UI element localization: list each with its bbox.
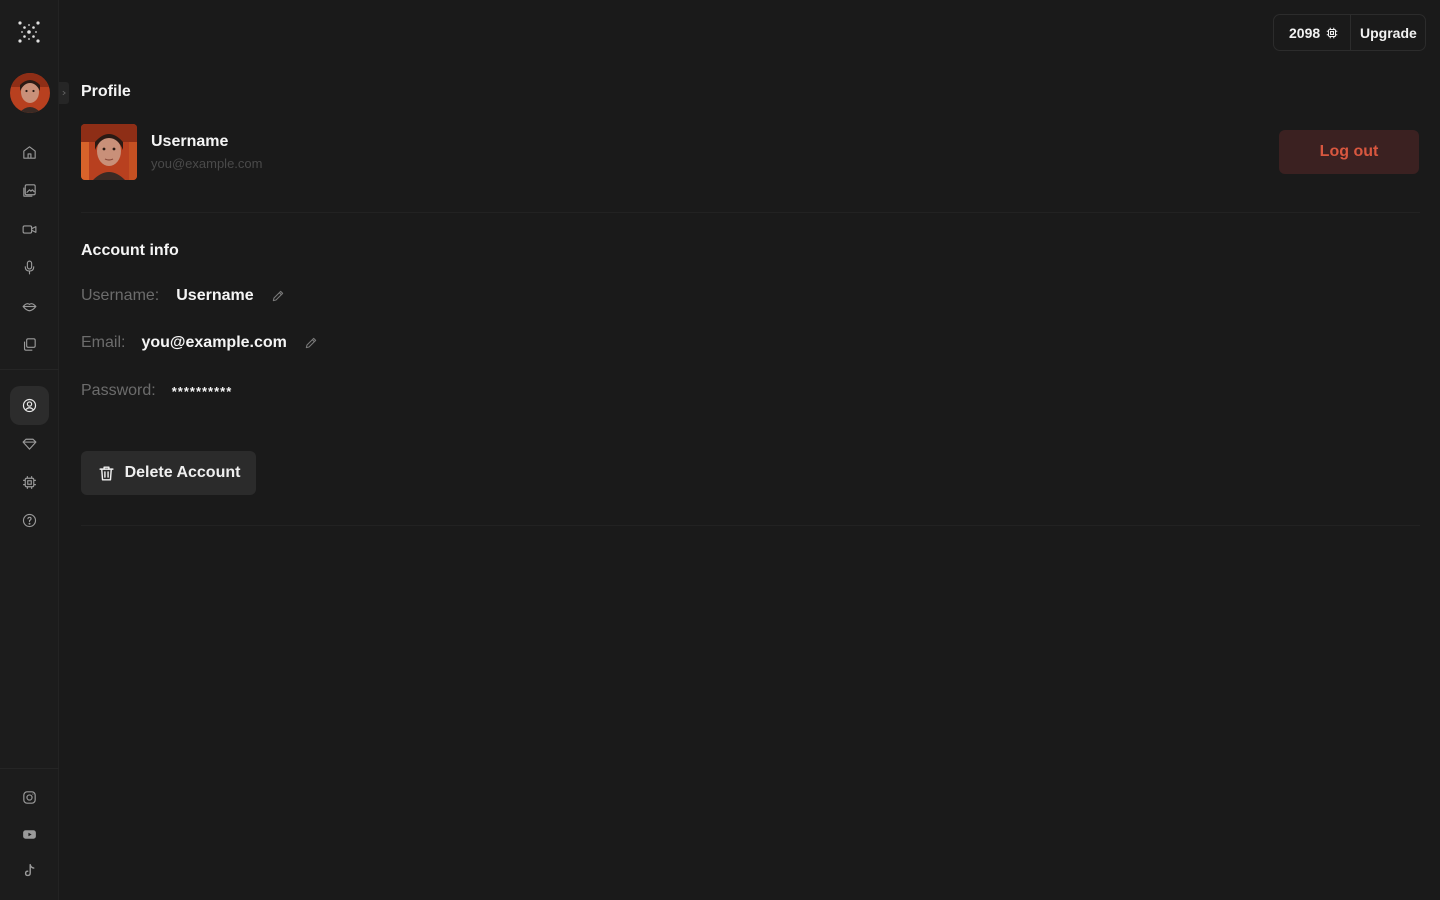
sidebar-layers[interactable] [10,325,49,364]
password-label: Password: [81,382,156,399]
chip-icon [1326,27,1338,38]
user-circle-icon [22,398,37,413]
email-row: Email: you@example.com [81,334,319,352]
password-value: ********** [171,383,233,399]
sidebar-youtube[interactable] [10,815,49,854]
edit-email-icon[interactable] [303,335,319,351]
microphone-icon [24,260,35,275]
layers-icon [23,338,36,351]
video-icon [22,225,37,234]
username-label: Username: [81,287,160,304]
sidebar-tiktok[interactable] [10,851,49,890]
profile-avatar[interactable] [81,124,137,180]
help-icon [22,513,37,528]
sidebar-voice[interactable] [10,248,49,287]
sidebar-collapse-handle[interactable] [59,82,69,104]
sidebar-plans[interactable] [10,424,49,463]
sidebar-lipsync[interactable] [10,287,49,326]
gallery-icon [23,184,36,197]
upgrade-button[interactable]: Upgrade [1351,25,1417,41]
lips-icon [22,303,37,312]
instagram-icon [23,791,36,804]
credits-balance[interactable]: 2098 [1274,15,1351,50]
logout-button[interactable]: Log out [1279,130,1419,174]
password-row: Password: ********** [81,382,232,400]
sidebar-video[interactable] [10,210,49,249]
trash-icon [99,465,114,481]
profile-name: Username [151,133,229,150]
sidebar-divider [0,369,59,370]
username-row: Username: Username [81,287,286,305]
email-value: you@example.com [141,334,287,351]
sidebar-profile[interactable] [10,386,49,425]
account-info-title: Account info [81,242,179,259]
email-label: Email: [81,334,126,351]
section-divider [81,212,1420,213]
sidebar [0,0,59,900]
logo-icon[interactable] [17,20,41,44]
delete-account-button[interactable]: Delete Account [81,451,256,495]
sidebar-home[interactable] [10,133,49,172]
credits-count: 2098 [1289,24,1321,41]
chevron-right-icon [62,90,66,96]
page-title: Profile [81,83,131,100]
home-icon [23,146,36,159]
sidebar-instagram[interactable] [10,778,49,817]
profile-email: you@example.com [151,156,263,171]
credits-pill: 2098 Upgrade [1273,14,1426,51]
delete-account-label: Delete Account [124,464,241,481]
chip-icon [23,476,36,489]
edit-username-icon[interactable] [270,288,286,304]
tiktok-icon [24,864,35,877]
diamond-icon [22,438,37,450]
youtube-icon [23,830,36,839]
username-value: Username [176,287,254,304]
sidebar-help[interactable] [10,501,49,540]
sidebar-divider [0,768,59,769]
sidebar-credits[interactable] [10,463,49,502]
sidebar-avatar[interactable] [10,73,50,113]
section-divider [81,525,1420,526]
sidebar-gallery[interactable] [10,171,49,210]
